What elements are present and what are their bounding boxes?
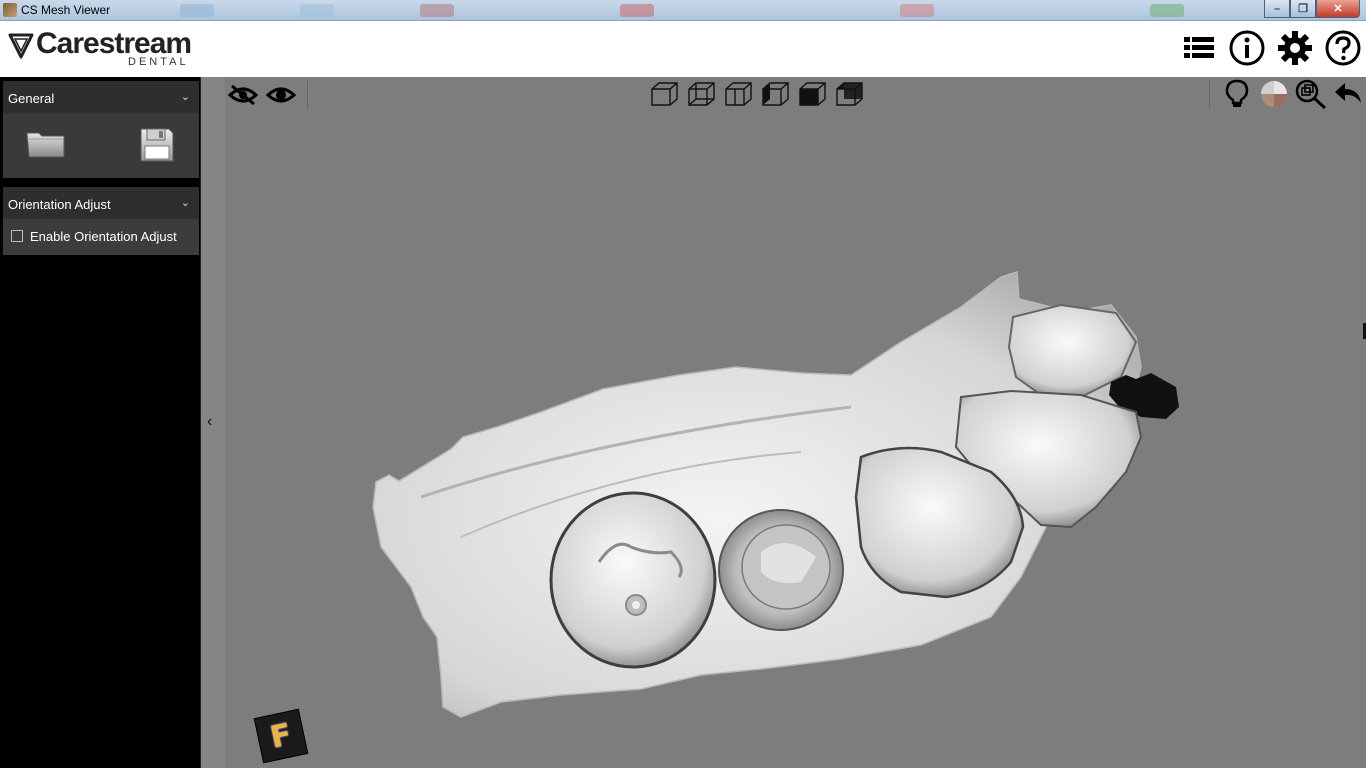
sidebar-collapse-strip: ‹ (201, 77, 225, 768)
enable-orientation-label[interactable]: Enable Orientation Adjust (30, 229, 177, 244)
view-cube-top-icon[interactable] (833, 80, 865, 108)
titlebar-decoration (420, 4, 454, 17)
window-controls: – ❐ ✕ (1264, 0, 1360, 18)
save-floppy-icon[interactable] (139, 127, 175, 163)
header-toolbar (1180, 29, 1362, 67)
open-folder-icon[interactable] (26, 129, 66, 159)
titlebar-decoration (620, 4, 654, 17)
zoom-fit-icon[interactable] (1295, 79, 1327, 109)
texture-color-icon[interactable] (1258, 80, 1290, 108)
mesh-viewport[interactable]: ‹ F (201, 77, 1366, 768)
restore-icon: ❐ (1298, 3, 1308, 15)
help-icon[interactable] (1324, 29, 1362, 67)
orientation-panel: Orientation Adjust ⌄ Enable Orientation … (3, 187, 199, 255)
orientation-panel-body: Enable Orientation Adjust (3, 219, 199, 253)
collapse-sidebar-icon[interactable]: ‹ (207, 413, 212, 431)
lighting-bulb-icon[interactable] (1221, 79, 1253, 108)
sidebar: General ⌄ Orientation Adjust ⌄ Enable Or… (0, 77, 201, 768)
logo-mark-icon (8, 33, 34, 59)
general-panel-body (3, 113, 199, 178)
restore-button[interactable]: ❐ (1290, 0, 1316, 18)
orientation-badge: F (253, 708, 309, 764)
general-panel: General ⌄ (3, 81, 199, 178)
toolbar-separator (307, 81, 308, 109)
view-cube-right-icon[interactable] (722, 80, 754, 108)
hide-eye-icon[interactable] (227, 81, 259, 109)
show-eye-icon[interactable] (265, 81, 297, 109)
list-icon[interactable] (1180, 29, 1218, 67)
orientation-panel-header[interactable]: Orientation Adjust ⌄ (3, 187, 199, 219)
settings-gear-icon[interactable] (1276, 29, 1314, 67)
view-cube-back-icon[interactable] (685, 80, 717, 108)
view-toolbar (648, 80, 865, 108)
toolbar-separator (1209, 80, 1210, 108)
enable-orientation-checkbox[interactable] (11, 230, 23, 242)
view-cube-bottom-icon[interactable] (796, 80, 828, 108)
window-titlebar: CS Mesh Viewer – ❐ ✕ (0, 0, 1366, 21)
minimize-icon: – (1273, 2, 1281, 15)
general-panel-header[interactable]: General ⌄ (3, 81, 199, 113)
chevron-down-icon: ⌄ (180, 91, 190, 103)
titlebar-decoration (180, 4, 214, 17)
orientation-badge-label: F (267, 716, 295, 756)
undo-arrow-icon[interactable] (1332, 80, 1364, 108)
window-title: CS Mesh Viewer (21, 3, 111, 17)
view-cube-left-icon[interactable] (759, 80, 791, 108)
display-toolbar (1209, 79, 1364, 109)
visibility-toolbar (227, 81, 308, 109)
app-icon (3, 3, 17, 17)
titlebar-decoration (900, 4, 934, 17)
titlebar-decoration (1150, 4, 1184, 17)
general-panel-title: General (8, 91, 55, 106)
dental-mesh-model[interactable] (201, 77, 1366, 768)
carestream-logo: Carestream DENTAL (8, 27, 198, 71)
brand-subtitle: DENTAL (128, 56, 189, 68)
app-header: Carestream DENTAL (0, 21, 1366, 77)
info-icon[interactable] (1228, 29, 1266, 67)
close-button[interactable]: ✕ (1316, 0, 1360, 18)
minimize-button[interactable]: – (1264, 0, 1290, 18)
close-icon: ✕ (1333, 3, 1343, 15)
titlebar-decoration (300, 4, 334, 17)
view-cube-front-icon[interactable] (648, 80, 680, 108)
chevron-down-icon: ⌄ (180, 197, 190, 209)
orientation-panel-title: Orientation Adjust (8, 197, 111, 212)
